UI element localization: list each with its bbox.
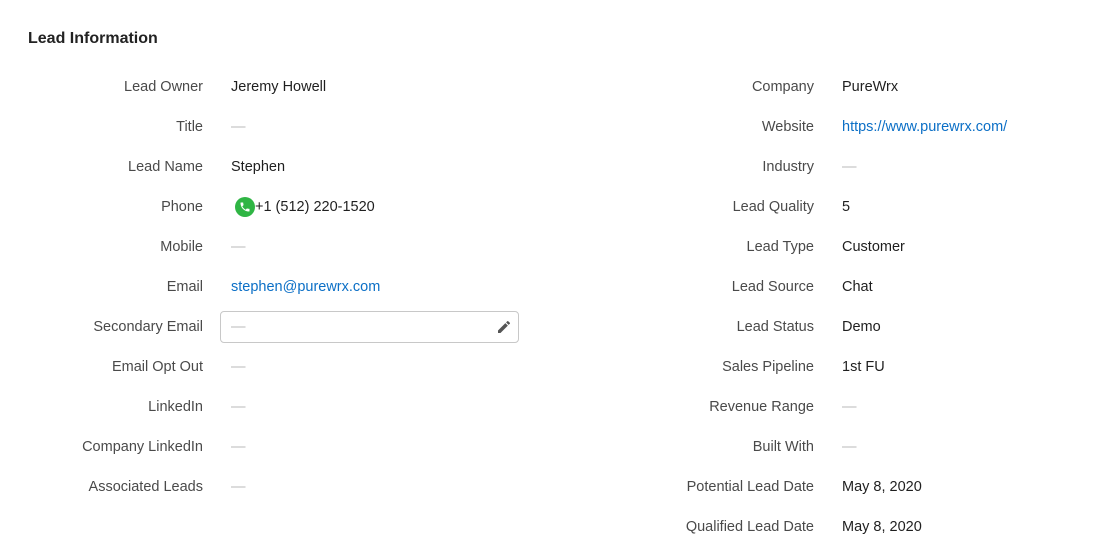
field-label: Lead Quality [732,199,814,215]
field-label: Lead Source [731,279,814,295]
field-label: Associated Leads [88,479,203,495]
left-column: Lead Owner Jeremy Howell Title — Lead Na… [0,67,540,507]
field-sales-pipeline: Sales Pipeline 1st FU [560,347,1090,387]
associated-leads-value[interactable]: — [231,477,246,497]
lead-status-value[interactable]: Demo [842,317,881,337]
field-qualified-lead-date: Qualified Lead Date May 8, 2020 [560,507,1090,547]
secondary-email-field[interactable]: — [220,311,519,343]
field-label: Company LinkedIn [82,439,203,455]
field-lead-quality: Lead Quality 5 [560,187,1090,227]
field-company: Company PureWrx [560,67,1090,107]
sales-pipeline-value[interactable]: 1st FU [842,357,885,377]
field-website: Website https://www.purewrx.com/ [560,107,1090,147]
field-potential-lead-date: Potential Lead Date May 8, 2020 [560,467,1090,507]
phone-number[interactable]: +1 (512) 220-1520 [255,197,375,217]
email-opt-out-value[interactable]: — [231,357,246,377]
field-label: Phone [161,199,203,215]
industry-value[interactable]: — [842,157,857,177]
field-label: Lead Name [128,159,203,175]
field-lead-status: Lead Status Demo [560,307,1090,347]
lead-quality-value[interactable]: 5 [842,197,850,217]
field-industry: Industry — [560,147,1090,187]
field-email-opt-out: Email Opt Out — [0,347,540,387]
title-value[interactable]: — [231,117,246,137]
field-label: Website [761,119,814,135]
field-company-linkedin: Company LinkedIn — [0,427,540,467]
website-link[interactable]: https://www.purewrx.com/ [842,117,1007,137]
field-linkedin: LinkedIn — [0,387,540,427]
field-phone: Phone +1 (512) 220-1520 [0,187,540,227]
field-title: Title — [0,107,540,147]
lead-name-value[interactable]: Stephen [231,157,285,177]
field-lead-name: Lead Name Stephen [0,147,540,187]
built-with-value[interactable]: — [842,437,857,457]
field-label: Secondary Email [93,319,203,335]
field-built-with: Built With — [560,427,1090,467]
phone-icon[interactable] [235,197,255,217]
field-label: Email [166,279,203,295]
field-label: Industry [762,159,814,175]
field-lead-owner: Lead Owner Jeremy Howell [0,67,540,107]
potential-lead-date-value[interactable]: May 8, 2020 [842,477,922,497]
field-label: Company [751,79,814,95]
field-label: Potential Lead Date [686,479,814,495]
field-label: Lead Status [736,319,814,335]
company-value[interactable]: PureWrx [842,77,898,97]
field-label: Email Opt Out [111,359,203,375]
field-label: LinkedIn [148,399,203,415]
field-label: Sales Pipeline [722,359,814,375]
pencil-icon[interactable] [496,319,512,335]
field-revenue-range: Revenue Range — [560,387,1090,427]
linkedin-value[interactable]: — [231,397,246,417]
secondary-email-value[interactable]: — [231,317,246,337]
right-column: Company PureWrx Website https://www.pure… [560,67,1090,547]
field-associated-leads: Associated Leads — [0,467,540,507]
field-label: Qualified Lead Date [685,519,814,535]
field-lead-source: Lead Source Chat [560,267,1090,307]
field-label: Lead Owner [124,79,203,95]
qualified-lead-date-value[interactable]: May 8, 2020 [842,517,922,537]
field-lead-type: Lead Type Customer [560,227,1090,267]
field-label: Title [176,119,203,135]
field-label: Revenue Range [709,399,814,415]
pencil-glyph [498,320,510,333]
revenue-range-value[interactable]: — [842,397,857,417]
field-label: Mobile [160,239,203,255]
email-link[interactable]: stephen@purewrx.com [231,277,380,297]
lead-type-value[interactable]: Customer [842,237,905,257]
mobile-value[interactable]: — [231,237,246,257]
field-email: Email stephen@purewrx.com [0,267,540,307]
field-label: Built With [752,439,814,455]
field-mobile: Mobile — [0,227,540,267]
company-linkedin-value[interactable]: — [231,437,246,457]
lead-source-value[interactable]: Chat [842,277,873,297]
phone-glyph [240,202,250,212]
section-title: Lead Information [28,30,158,47]
phone-value-wrap: +1 (512) 220-1520 [235,197,375,217]
field-label: Lead Type [746,239,814,255]
field-secondary-email: Secondary Email — [0,307,540,347]
lead-owner-value[interactable]: Jeremy Howell [231,77,326,97]
